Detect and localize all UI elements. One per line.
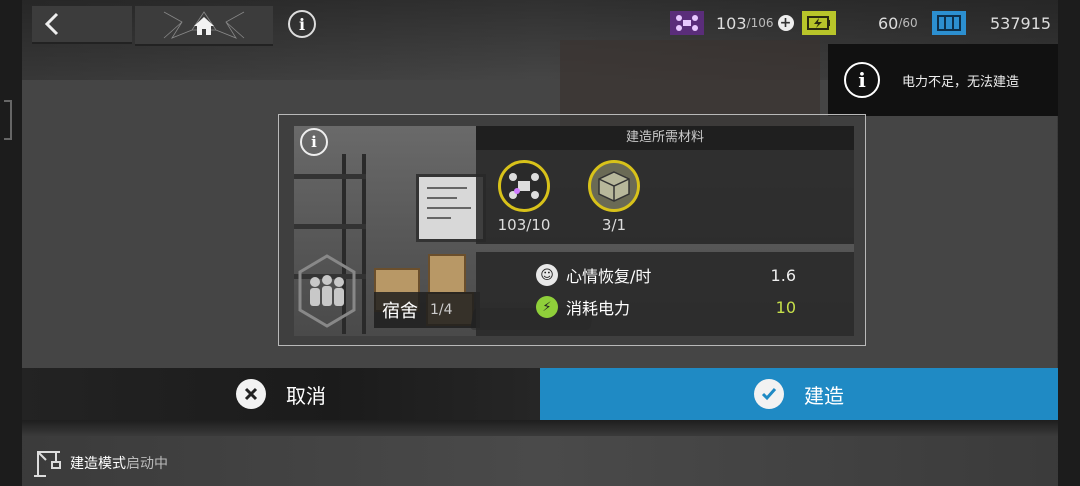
room-info-button[interactable]: i [300,128,328,156]
stat-row-mood: ☺ 心情恢复/时 1.6 [536,262,826,288]
stat-label: 心情恢复/时 [566,267,652,286]
checkmark-icon [754,379,784,409]
stats-section: ☺ 心情恢复/时 1.6 ⚡ 消耗电力 10 [476,252,854,336]
materials-resource: 537915 [932,8,1051,38]
room-level: 1/4 [430,302,453,318]
material-item[interactable]: 3/1 [586,160,642,234]
stat-value: 10 [775,297,796,317]
material-count: 103/10 [497,216,551,234]
home-icon [163,11,245,39]
stat-value: 1.6 [770,265,796,285]
cancel-label: 取消 [286,383,326,408]
materials-count: 537915 [990,13,1052,33]
mood-icon: ☺ [536,264,558,286]
battery-icon [802,11,836,35]
material-count: 3/1 [601,216,627,234]
info-icon: i [844,62,880,98]
notice-message: 电力不足，无法建造 [902,74,1020,90]
stat-row-power: ⚡ 消耗电力 10 [536,294,826,320]
drone-icon [670,11,704,35]
dormitory-people-icon [298,254,356,328]
room-name: 宿舍 [382,301,418,322]
drone-max: /106 [746,16,774,30]
left-frame [0,0,22,486]
back-button[interactable] [32,6,132,44]
power-icon: ⚡ [536,296,558,318]
home-button[interactable] [135,6,273,46]
drone-resource: 103/106 + [670,8,794,38]
material-item[interactable]: 103/10 [496,160,552,234]
materials-title: 建造所需材料 [476,126,854,150]
crate-icon [932,11,966,35]
crate-icon [588,160,640,212]
bottom-divider [22,420,1058,436]
power-max: /60 [898,16,918,30]
build-button[interactable]: 建造 [540,368,1058,420]
drone-count: 103 [716,13,747,33]
close-icon [236,379,266,409]
info-icon: i [311,133,317,151]
crane-icon [34,451,61,477]
info-button[interactable]: i [288,10,316,38]
info-icon: i [298,14,306,34]
build-mode-status: 建造模式 启动中 [32,448,168,478]
power-count: 60 [878,13,899,33]
box-illustration [428,254,466,294]
room-label: 宿舍 1/4 [374,292,480,328]
drone-icon [498,160,550,212]
mode-suffix: 启动中 [126,456,168,472]
build-label: 建造 [804,383,844,408]
chevron-left-icon [44,12,59,36]
materials-section: 建造所需材料 103/10 3/1 [476,126,854,244]
cancel-button[interactable]: 取消 [22,368,540,420]
right-frame [1058,0,1080,486]
mode-prefix: 建造模式 [70,456,126,472]
power-resource: 60/60 [802,8,918,38]
stat-label: 消耗电力 [566,299,631,318]
power-warning-notice: i 电力不足，无法建造 [828,44,1058,116]
add-drone-icon[interactable]: + [777,15,794,31]
